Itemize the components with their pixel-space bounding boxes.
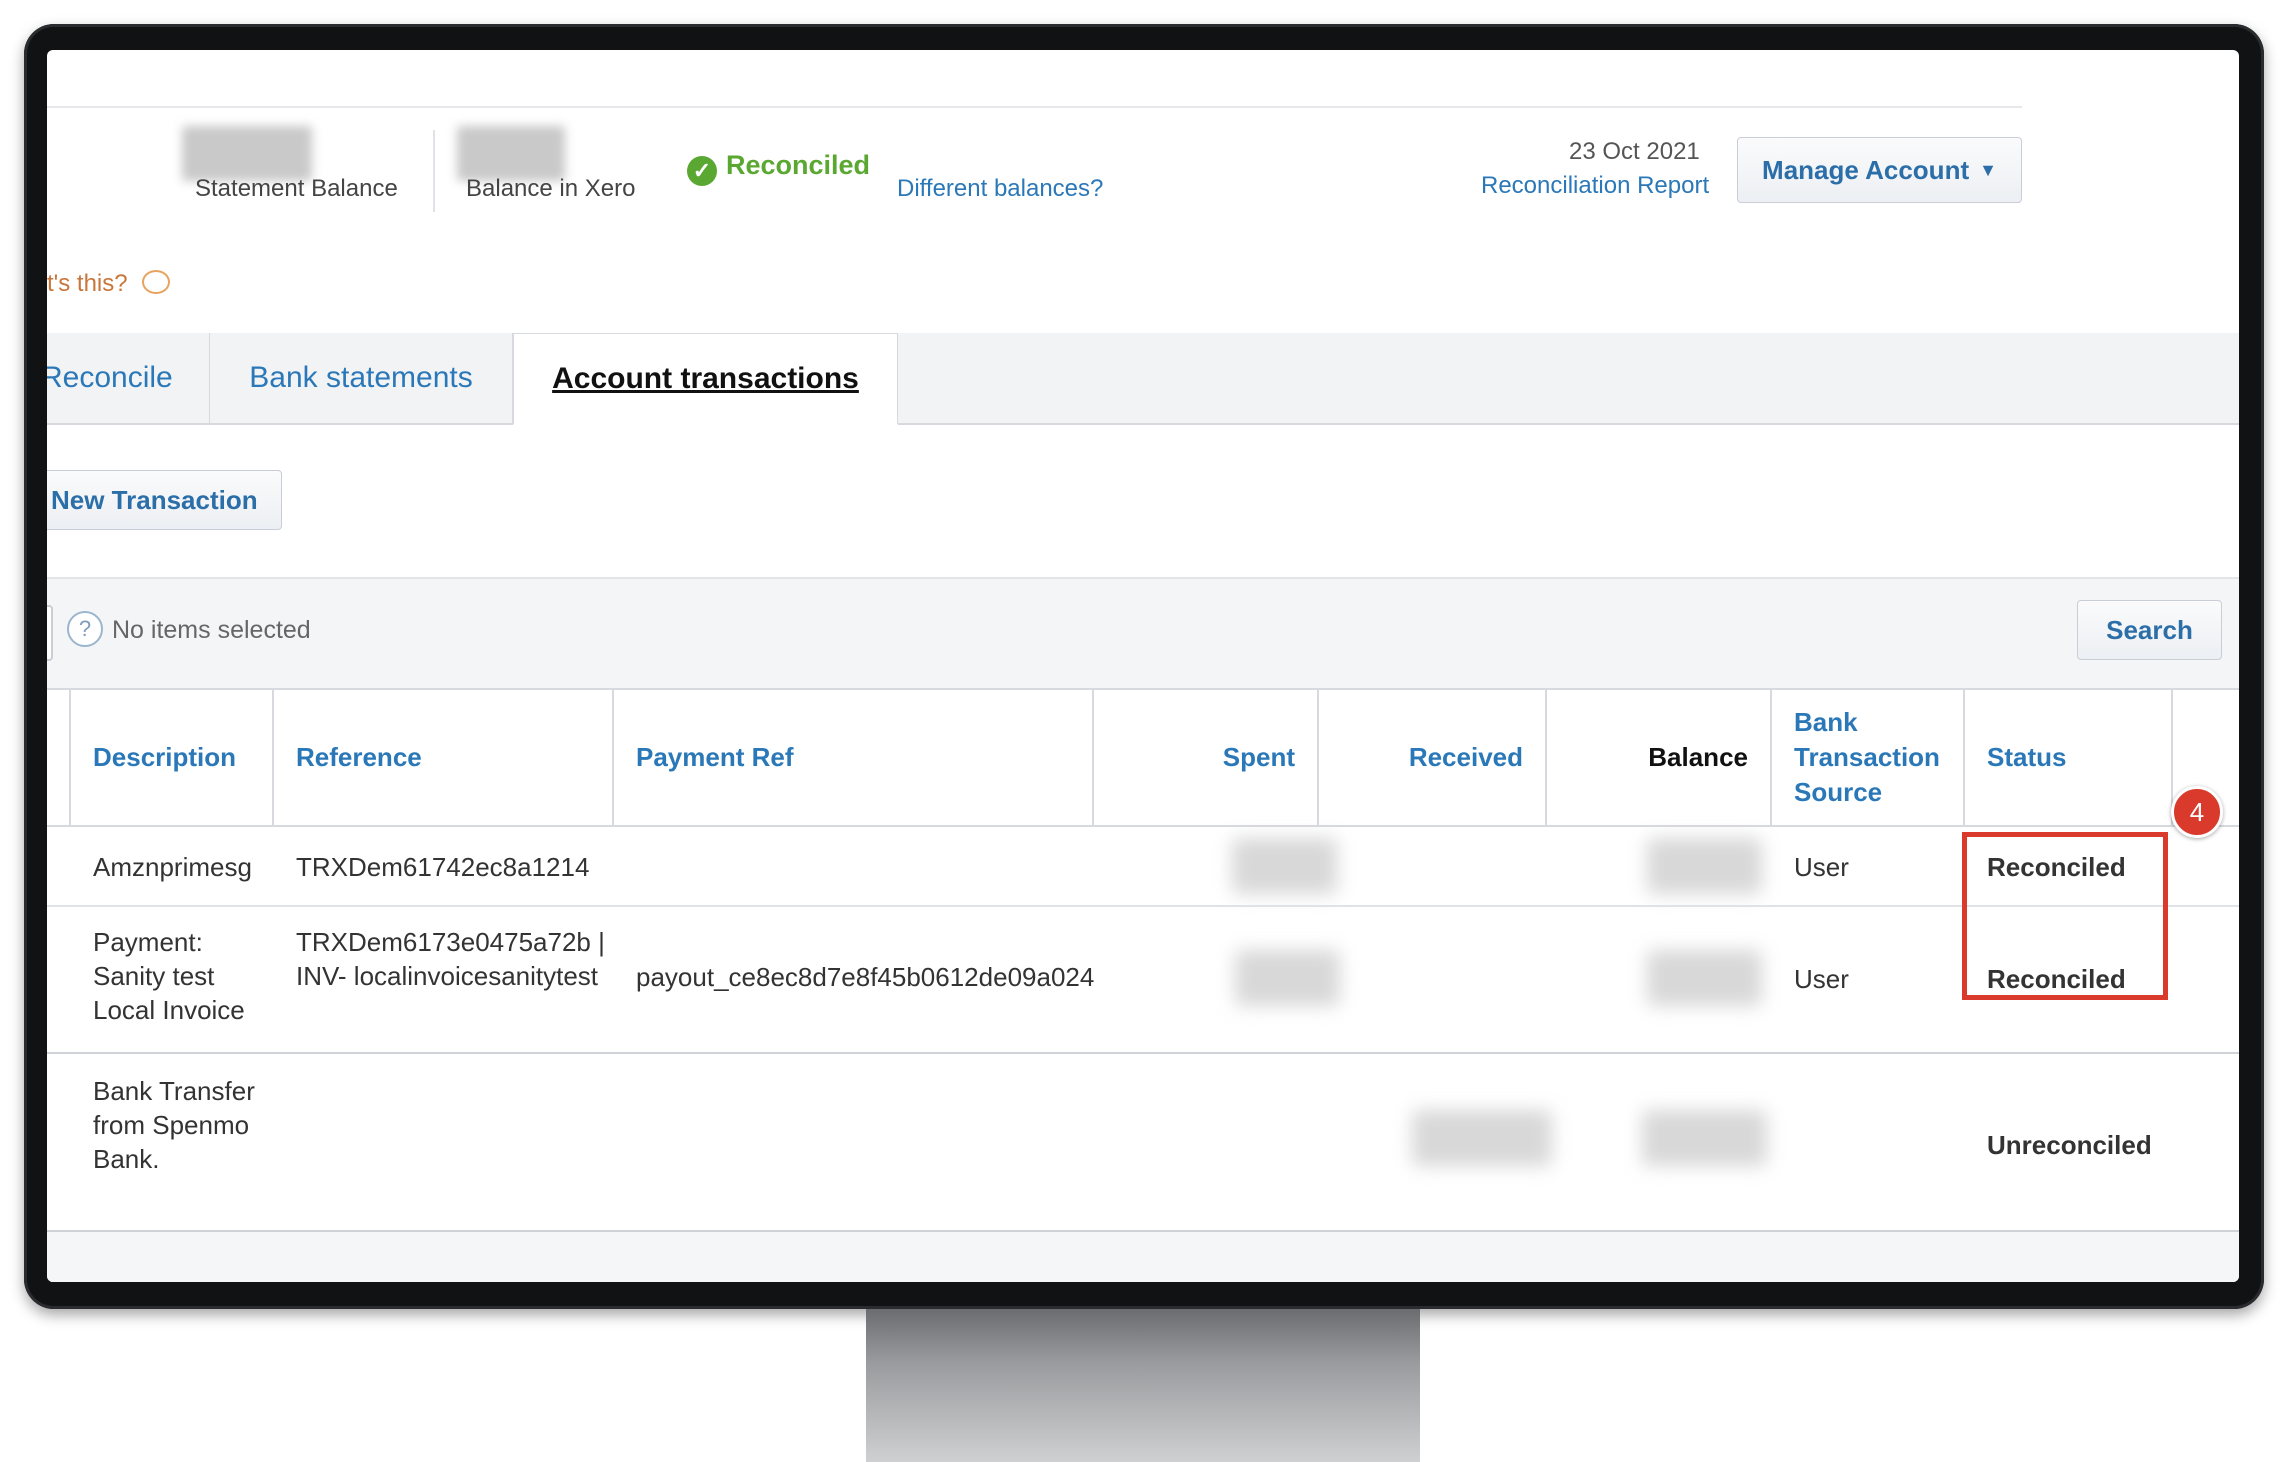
row-divider (47, 905, 2239, 907)
select-all-checkbox[interactable] (47, 605, 53, 661)
check-circle-icon: ✓ (687, 156, 717, 186)
row3-received-value (1412, 1110, 1552, 1166)
new-transaction-label: New Transaction (51, 484, 258, 515)
col-payment-ref[interactable]: Payment Ref (614, 690, 1094, 825)
balance-separator (433, 130, 435, 212)
tab-reconcile-label: Reconcile (47, 361, 173, 394)
status-highlight-box (1962, 832, 2168, 1000)
tab-account-transactions[interactable]: Account transactions (513, 333, 898, 425)
header-divider (47, 106, 2022, 108)
row1-description[interactable]: Amznprimesg (93, 850, 252, 884)
row3-description[interactable]: Bank Transfer from Spenmo Bank. (93, 1074, 263, 1176)
tab-bank-statements[interactable]: Bank statements (210, 333, 513, 423)
statement-balance-value (182, 126, 312, 181)
row2-reference: TRXDem6173e0475a72b | INV- localinvoices… (296, 927, 605, 991)
tab-reconcile[interactable]: Reconcile (47, 333, 210, 423)
row3-balance-value (1642, 1110, 1767, 1166)
selection-text: No items selected (112, 616, 311, 644)
monitor-stand (866, 1309, 1420, 1462)
row2-source: User (1794, 964, 1849, 994)
different-balances-link[interactable]: Different balances? (897, 175, 1103, 203)
balance-in-xero-label: Balance in Xero (466, 175, 636, 202)
manage-account-label: Manage Account (1762, 154, 1970, 185)
manage-account-button[interactable]: Manage Account ▼ (1737, 137, 2022, 203)
action-bar (47, 425, 2239, 535)
tab-account-transactions-label: Account transactions (552, 361, 859, 395)
help-icon[interactable]: ? (67, 611, 103, 647)
reconciliation-report-link[interactable]: Reconciliation Report (1481, 172, 1709, 200)
search-label: Search (2106, 614, 2193, 645)
row1-source: User (1794, 852, 1849, 882)
checkbox-column-header (47, 690, 71, 825)
row-divider (47, 1052, 2239, 1054)
col-balance[interactable]: Balance (1547, 690, 1772, 825)
selection-bar (47, 577, 2239, 690)
caret-down-icon: ▼ (1979, 159, 1997, 180)
whats-this-link[interactable]: t's this? (47, 270, 128, 298)
report-date: 23 Oct 2021 (1569, 138, 1700, 165)
speech-bubble-icon[interactable] (142, 270, 170, 294)
col-reference[interactable]: Reference (274, 690, 614, 825)
row1-balance-value (1647, 838, 1762, 894)
row2-payment-ref: payout_ce8ec8d7e8f45b0612de09a024 (636, 962, 1095, 992)
row1-reference: TRXDem61742ec8a1214 (296, 852, 590, 882)
step-number-badge: 4 (2171, 786, 2223, 838)
app-screen: Statement Balance Balance in Xero ✓ Reco… (47, 50, 2239, 1282)
search-button[interactable]: Search (2077, 600, 2222, 660)
row3-status: Unreconciled (1987, 1130, 2152, 1160)
statement-balance-label: Statement Balance (195, 175, 398, 202)
tab-bank-statements-label: Bank statements (249, 361, 473, 394)
row2-spent-value (1235, 950, 1340, 1006)
col-description[interactable]: Description (71, 690, 274, 825)
new-transaction-button[interactable]: New Transaction (47, 470, 282, 530)
row2-description[interactable]: Payment: Sanity test Local Invoice (93, 925, 263, 1027)
col-spent[interactable]: Spent (1094, 690, 1319, 825)
row2-balance-value (1647, 950, 1762, 1006)
col-bank-transaction-source[interactable]: Bank Transaction Source (1772, 690, 1965, 825)
col-received[interactable]: Received (1319, 690, 1547, 825)
row1-spent-value (1232, 838, 1337, 894)
xero-balance-value (457, 126, 565, 181)
col-status[interactable]: Status (1965, 690, 2173, 825)
reconciled-status: Reconciled (726, 150, 871, 180)
table-footer (47, 1232, 2239, 1282)
